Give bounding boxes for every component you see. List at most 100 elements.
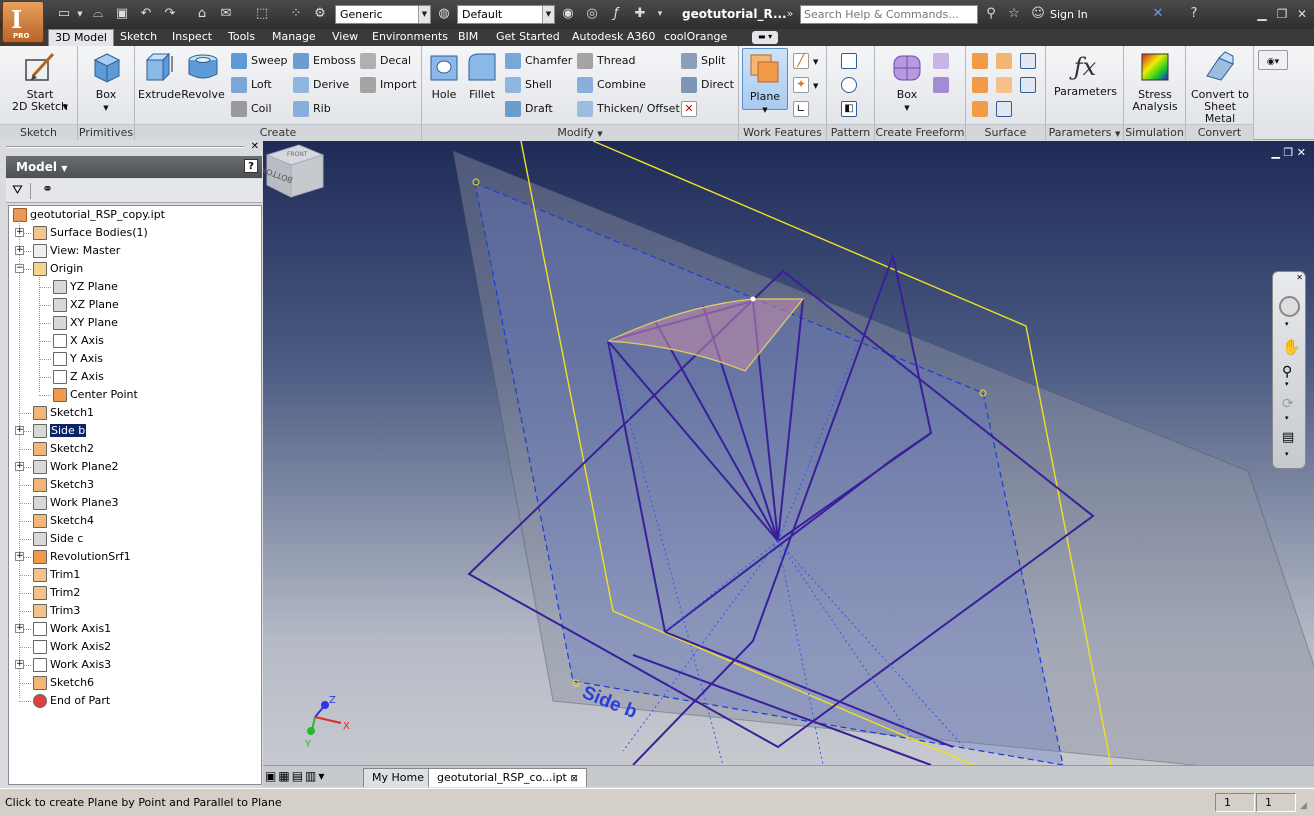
customize-qat-icon[interactable]: ▾	[652, 6, 668, 22]
repair-bodies-button[interactable]	[996, 99, 1016, 119]
favorites-star-icon[interactable]: ☆	[1006, 6, 1022, 22]
steering-wheel-icon[interactable]	[1279, 296, 1300, 317]
plane-button[interactable]: Plane ▼	[742, 48, 788, 114]
freeform-box-button[interactable]: Box ▼	[889, 50, 925, 114]
chamfer-button[interactable]: Chamfer	[505, 51, 572, 71]
draft-button[interactable]: Draft	[505, 99, 553, 119]
cascade-icon[interactable]: ▥	[305, 769, 318, 783]
user-icon[interactable]: ☺	[1030, 6, 1046, 22]
loft-button[interactable]: Loft	[231, 75, 272, 95]
material-combo[interactable]: Generic ▼	[335, 5, 431, 24]
direct-button[interactable]: Direct	[681, 75, 734, 95]
thread-button[interactable]: Thread	[577, 51, 635, 71]
chevron-down-icon[interactable]: ▾	[1285, 320, 1289, 328]
project-icon[interactable]: ✉	[218, 6, 234, 22]
orbit-icon[interactable]: ⟳	[1282, 396, 1294, 412]
graphics-viewport[interactable]: Side b Z X Y FRONT BOTTOM ▁ ❐ ✕ ✕ ▾ ✋ ⚲ …	[263, 141, 1314, 765]
panel-title-parameters[interactable]: Parameters ▼	[1046, 124, 1123, 140]
mirror-button[interactable]: ◧	[841, 99, 861, 119]
expand-icon[interactable]: +	[15, 552, 24, 561]
save-icon[interactable]: ▣	[114, 6, 130, 22]
redo-icon[interactable]: ↷	[162, 6, 178, 22]
coil-button[interactable]: Coil	[231, 99, 272, 119]
sign-in-link[interactable]: Sign In	[1050, 8, 1088, 21]
convert-freeform-button[interactable]	[933, 75, 953, 95]
expand-icon[interactable]: +	[15, 624, 24, 633]
expand-icon[interactable]: +	[15, 228, 24, 237]
chevron-right-icon[interactable]: »	[782, 6, 798, 22]
tree-item[interactable]: End of Part	[33, 692, 110, 710]
tab-tools[interactable]: Tools	[222, 29, 261, 46]
chevron-down-icon[interactable]: ▾	[1285, 414, 1289, 422]
close-icon[interactable]: ✕	[1294, 6, 1310, 22]
collapse-icon[interactable]: −	[15, 264, 24, 273]
derive-button[interactable]: Derive	[293, 75, 349, 95]
shell-button[interactable]: Shell	[505, 75, 552, 95]
tab-environments[interactable]: Environments	[366, 29, 454, 46]
sculpt-button[interactable]	[972, 75, 992, 95]
ribbon-options-button[interactable]: ◉▾	[1258, 50, 1288, 70]
close-icon[interactable]: ✕	[1297, 146, 1306, 159]
circular-pattern-button[interactable]	[841, 75, 861, 95]
open-file-icon[interactable]: ⌓	[90, 6, 106, 22]
panel-title-modify[interactable]: Modify ▼	[422, 124, 738, 140]
tree-item[interactable]: RevolutionSrf1	[33, 548, 131, 566]
close-icon[interactable]: ✕	[1296, 273, 1303, 282]
new-dropdown-icon[interactable]: ▼	[72, 6, 88, 22]
start-2d-sketch-button[interactable]: Start 2D Sketch ▼	[10, 50, 70, 113]
application-menu-button[interactable]: I PRO	[2, 1, 44, 43]
tree-item[interactable]: Side b	[33, 422, 87, 440]
convert-to-sheet-metal-button[interactable]: Convert to Sheet Metal	[1188, 50, 1252, 125]
tree-item[interactable]: Sketch3	[33, 476, 94, 494]
tree-item[interactable]: Work Axis1	[33, 620, 111, 638]
search-icon[interactable]: ⚲	[983, 6, 999, 22]
tab-view[interactable]: View	[326, 29, 364, 46]
minimize-icon[interactable]: ▁	[1271, 146, 1279, 159]
expand-icon[interactable]: +	[15, 462, 24, 471]
browser-header[interactable]: Model ▼ ?	[6, 156, 262, 178]
tile-horizontal-icon[interactable]: ▤	[292, 769, 305, 783]
clear-appearance-icon[interactable]: ◎	[584, 6, 600, 22]
color-wheel-icon[interactable]: ◍	[436, 6, 452, 22]
combine-button[interactable]: Combine	[577, 75, 646, 95]
filter-icon[interactable]: ⛛	[12, 183, 23, 198]
sweep-button[interactable]: Sweep	[231, 51, 288, 71]
select-mode-icon[interactable]: ⬚	[254, 6, 270, 22]
tree-item[interactable]: Origin	[33, 260, 83, 278]
replace-face-button[interactable]	[972, 99, 992, 119]
restore-icon[interactable]: ❐	[1283, 146, 1293, 159]
chevron-down-icon[interactable]: ▾	[1285, 450, 1289, 458]
fillet-button[interactable]: Fillet	[464, 50, 500, 101]
decal-button[interactable]: Decal	[360, 51, 411, 71]
tab-autodesk-a360[interactable]: Autodesk A360	[566, 29, 661, 46]
tile-icon[interactable]: ▣	[265, 769, 278, 783]
tree-item[interactable]: XY Plane	[53, 314, 118, 332]
browser-help-icon[interactable]: ?	[244, 159, 258, 173]
trim-button[interactable]	[996, 75, 1016, 95]
rectangular-pattern-button[interactable]	[841, 51, 861, 71]
import-button[interactable]: Import	[360, 75, 417, 95]
revolve-button[interactable]: Revolve	[180, 50, 226, 101]
expand-icon[interactable]: +	[15, 246, 24, 255]
freeform-face-button[interactable]	[933, 51, 953, 71]
work-axis-button[interactable]: ╱ ▼	[793, 51, 818, 71]
stress-analysis-button[interactable]: Stress Analysis	[1128, 50, 1182, 113]
help-icon[interactable]: ?	[1186, 6, 1202, 22]
extrude-button[interactable]: Extrude	[138, 50, 181, 101]
tree-item[interactable]: Trim1	[33, 566, 80, 584]
work-point-button[interactable]: ✦ ▼	[793, 75, 818, 95]
close-icon[interactable]: ✕	[251, 141, 259, 152]
tab-get-started[interactable]: Get Started	[490, 29, 566, 46]
restore-icon[interactable]: ❐	[1274, 6, 1290, 22]
model-geometry[interactable]: Side b Z X Y	[263, 141, 1314, 765]
tree-item[interactable]: Y Axis	[53, 350, 103, 368]
appearance-combo[interactable]: Default ▼	[457, 5, 555, 24]
tree-item[interactable]: Z Axis	[53, 368, 104, 386]
browser-grip[interactable]: ✕	[4, 141, 262, 155]
tree-item[interactable]: Sketch4	[33, 512, 94, 530]
minimize-icon[interactable]: ▁	[1254, 6, 1270, 22]
ruled-surface-button[interactable]	[1020, 51, 1040, 71]
thicken-offset-button[interactable]: Thicken/ Offset	[577, 99, 680, 119]
tab-3d-model[interactable]: 3D Model	[48, 29, 114, 46]
arrange-icon[interactable]: ▾	[318, 769, 326, 783]
